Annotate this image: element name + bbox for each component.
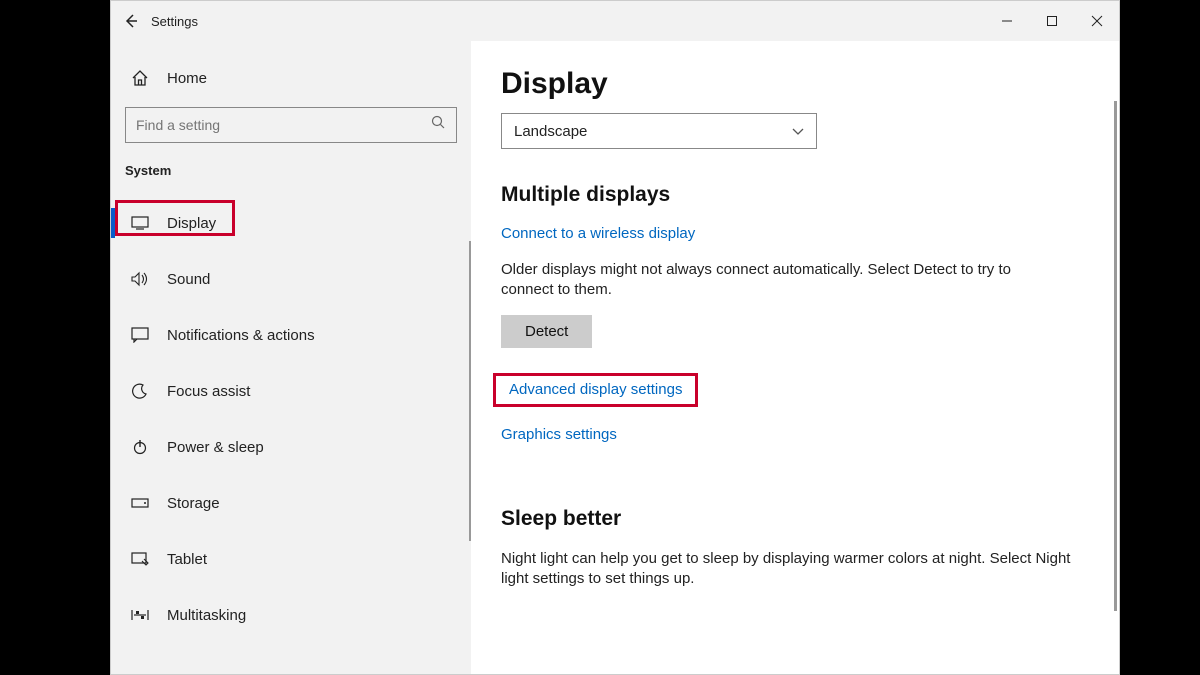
sidebar-item-display[interactable]: Display bbox=[111, 200, 471, 246]
home-icon bbox=[129, 69, 151, 87]
sidebar-item-label: Multitasking bbox=[167, 607, 246, 624]
sidebar-item-label: Storage bbox=[167, 495, 220, 512]
sidebar-item-multitasking[interactable]: Multitasking bbox=[111, 592, 471, 638]
sidebar-item-label: Power & sleep bbox=[167, 439, 264, 456]
back-button[interactable] bbox=[111, 1, 151, 41]
sidebar-group-label: System bbox=[111, 163, 471, 190]
multitasking-icon bbox=[129, 608, 151, 622]
orientation-dropdown[interactable]: Landscape bbox=[501, 113, 817, 149]
content-panel: Display Landscape Multiple displays Conn… bbox=[471, 41, 1119, 674]
multiple-displays-heading: Multiple displays bbox=[501, 183, 1089, 207]
dropdown-value: Landscape bbox=[514, 123, 587, 140]
close-icon bbox=[1091, 15, 1103, 27]
home-label: Home bbox=[167, 70, 207, 87]
search-box[interactable] bbox=[125, 107, 457, 143]
sidebar: Home System Display Sound bbox=[111, 41, 471, 674]
detect-description: Older displays might not always connect … bbox=[501, 260, 1021, 301]
display-icon bbox=[129, 216, 151, 230]
sidebar-item-label: Notifications & actions bbox=[167, 327, 315, 344]
minimize-icon bbox=[1001, 15, 1013, 27]
tablet-icon bbox=[129, 552, 151, 567]
titlebar: Settings bbox=[111, 1, 1119, 41]
arrow-left-icon bbox=[123, 13, 139, 29]
sidebar-item-focus-assist[interactable]: Focus assist bbox=[111, 368, 471, 414]
minimize-button[interactable] bbox=[984, 1, 1029, 41]
sidebar-item-label: Sound bbox=[167, 271, 210, 288]
sidebar-item-sound[interactable]: Sound bbox=[111, 256, 471, 302]
sound-icon bbox=[129, 271, 151, 287]
sidebar-item-label: Tablet bbox=[167, 551, 207, 568]
sleep-description: Night light can help you get to sleep by… bbox=[501, 549, 1089, 590]
window-title: Settings bbox=[151, 14, 198, 29]
graphics-settings-link[interactable]: Graphics settings bbox=[501, 426, 617, 443]
close-button[interactable] bbox=[1074, 1, 1119, 41]
wireless-display-link[interactable]: Connect to a wireless display bbox=[501, 225, 695, 242]
search-icon bbox=[431, 115, 446, 135]
detect-button[interactable]: Detect bbox=[501, 315, 592, 348]
power-icon bbox=[129, 439, 151, 455]
content-scrollbar[interactable] bbox=[1114, 101, 1117, 611]
settings-window: Settings Home System bbox=[110, 0, 1120, 675]
page-title: Display bbox=[501, 67, 1089, 101]
sleep-better-heading: Sleep better bbox=[501, 507, 1089, 531]
home-nav[interactable]: Home bbox=[111, 59, 471, 97]
search-input[interactable] bbox=[136, 117, 431, 133]
sidebar-item-power-sleep[interactable]: Power & sleep bbox=[111, 424, 471, 470]
moon-icon bbox=[129, 383, 151, 399]
sidebar-item-label: Focus assist bbox=[167, 383, 250, 400]
advanced-display-link[interactable]: Advanced display settings bbox=[509, 381, 682, 398]
notifications-icon bbox=[129, 327, 151, 343]
chevron-down-icon bbox=[792, 123, 804, 140]
maximize-button[interactable] bbox=[1029, 1, 1074, 41]
sidebar-item-label: Display bbox=[167, 215, 216, 232]
maximize-icon bbox=[1046, 15, 1058, 27]
sidebar-item-tablet[interactable]: Tablet bbox=[111, 536, 471, 582]
sidebar-item-storage[interactable]: Storage bbox=[111, 480, 471, 526]
sidebar-item-notifications[interactable]: Notifications & actions bbox=[111, 312, 471, 358]
storage-icon bbox=[129, 498, 151, 508]
